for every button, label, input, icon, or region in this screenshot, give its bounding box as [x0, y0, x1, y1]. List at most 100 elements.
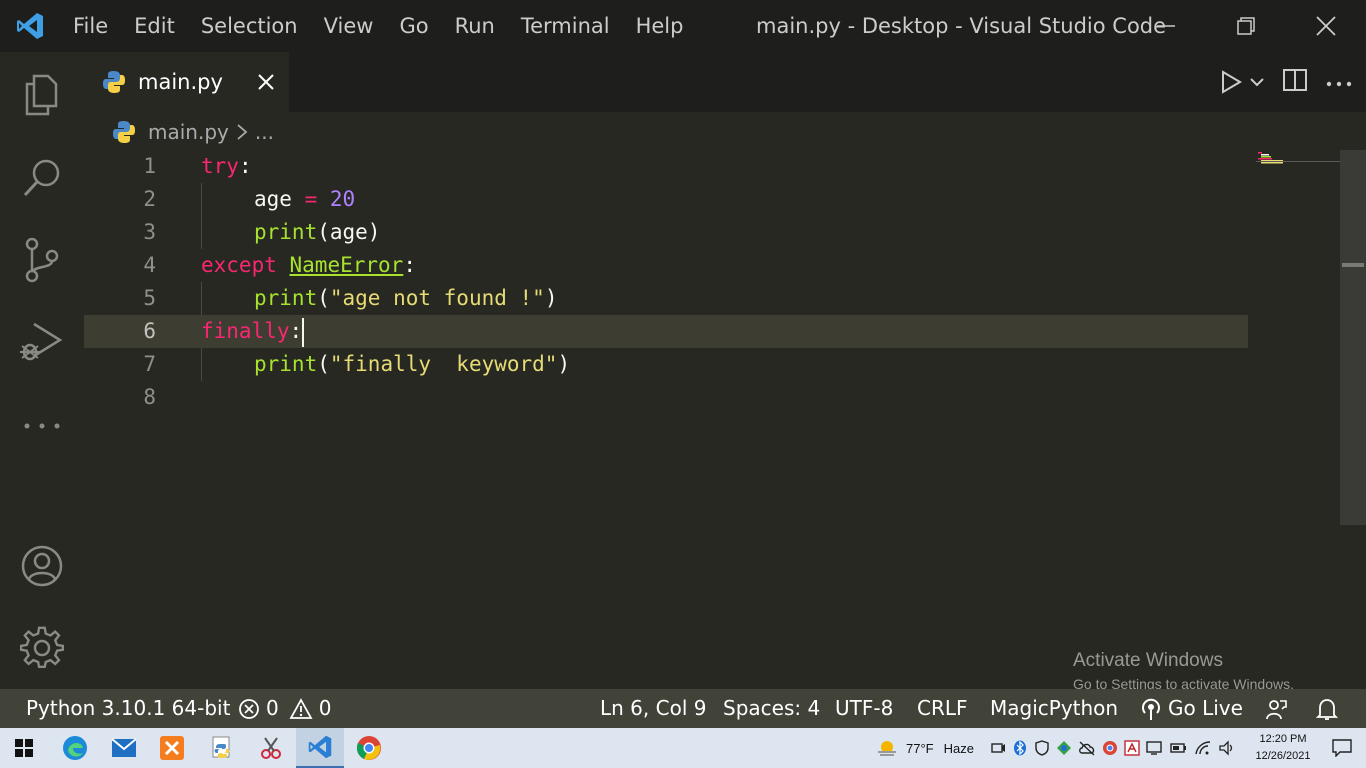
menu-view[interactable]: View [311, 0, 387, 52]
language-mode-selector[interactable]: MagicPython [990, 689, 1118, 728]
minimize-button[interactable] [1126, 0, 1206, 52]
run-debug-icon [20, 322, 63, 361]
taskbar-vscode[interactable] [296, 728, 344, 768]
tab-main-py[interactable]: main.py [84, 52, 289, 112]
explorer-button[interactable] [0, 52, 84, 136]
indent-guide [201, 216, 202, 249]
breadcrumb-symbols[interactable]: ... [255, 120, 274, 144]
wifi-icon[interactable] [1194, 740, 1212, 756]
eol-selector[interactable]: CRLF [917, 689, 968, 728]
error-count: 0 [266, 696, 279, 720]
search-button[interactable] [0, 136, 84, 220]
source-control-button[interactable] [0, 218, 84, 302]
indentation-selector[interactable]: Spaces: 4 [723, 689, 820, 728]
onedrive-icon[interactable] [1078, 740, 1096, 756]
feedback-button[interactable] [1264, 689, 1288, 728]
python-idle-icon [212, 736, 230, 758]
run-debug-button[interactable] [0, 300, 84, 384]
indent-guide [201, 348, 202, 381]
manage-button[interactable] [0, 606, 84, 690]
warning-count: 0 [318, 696, 332, 720]
cursor-position[interactable]: Ln 6, Col 9 [600, 689, 706, 728]
code-editor[interactable]: 1 try: 2 age = 20 3 print(age) 4 except … [84, 150, 1340, 689]
python-interpreter-selector[interactable]: Python 3.10.1 64-bit [26, 689, 230, 728]
python-file-icon [113, 121, 135, 143]
windows-logo-icon [15, 739, 33, 757]
code-line: 4 except NameError: [84, 249, 1248, 282]
menu-file[interactable]: File [60, 0, 121, 52]
menu-help[interactable]: Help [623, 0, 697, 52]
line-number: 2 [143, 187, 156, 211]
cursor-position-label: Ln 6, Col 9 [600, 696, 707, 720]
run-python-file-button[interactable] [1220, 70, 1264, 94]
split-editor-button[interactable] [1282, 68, 1308, 96]
breadcrumb-file[interactable]: main.py [148, 120, 229, 144]
editor-more-actions-button[interactable] [1326, 73, 1352, 92]
network-app-icon[interactable] [1056, 740, 1072, 756]
tab-close-button[interactable] [252, 68, 280, 96]
menu-run[interactable]: Run [442, 0, 508, 52]
menu-edit[interactable]: Edit [121, 0, 188, 52]
acrobat-icon[interactable] [1124, 740, 1140, 756]
vscode-logo-icon [0, 0, 60, 52]
close-window-button[interactable] [1286, 0, 1366, 52]
bluetooth-icon[interactable] [1012, 740, 1028, 756]
edge-icon [63, 736, 87, 760]
breadcrumb: main.py ... [112, 116, 274, 148]
taskbar-snipping-tool[interactable] [247, 728, 295, 768]
vertical-scrollbar[interactable] [1340, 150, 1366, 525]
accounts-button[interactable] [0, 524, 84, 608]
weather-temperature: 77°F [906, 740, 934, 756]
notifications-button[interactable] [1316, 689, 1338, 728]
notification-center-icon [1332, 739, 1352, 757]
encoding-label: UTF-8 [835, 696, 894, 720]
menu-terminal[interactable]: Terminal [508, 0, 623, 52]
taskbar-clock[interactable]: 12:20 PM 12/26/2021 [1248, 731, 1318, 765]
windows-taskbar: 77°F Haze 12:20 PM 12/26/2021 [0, 728, 1366, 768]
clock-time: 12:20 PM [1259, 733, 1307, 745]
notification-center-button[interactable] [1318, 728, 1366, 768]
system-tray [990, 728, 1236, 768]
problems-indicator[interactable]: 0 0 [238, 689, 331, 728]
more-views-button[interactable] [0, 384, 84, 468]
menu-selection[interactable]: Selection [188, 0, 311, 52]
code-line: 7 print("finally keyword") [84, 348, 1248, 381]
gear-icon [20, 626, 64, 668]
display-icon[interactable] [1146, 740, 1164, 756]
code-text: age = 20 [254, 187, 356, 211]
chrome-tray-icon[interactable] [1102, 740, 1118, 756]
code-text: finally: [201, 315, 305, 348]
restore-button[interactable] [1206, 0, 1286, 52]
line-number: 3 [143, 220, 156, 244]
minimap[interactable] [1256, 150, 1340, 170]
taskbar-chrome[interactable] [345, 728, 393, 768]
code-line: 3 print(age) [84, 216, 1248, 249]
indent-guide [201, 282, 202, 315]
taskbar-mail[interactable] [100, 728, 148, 768]
error-icon [239, 698, 259, 719]
code-text: try: [201, 154, 252, 178]
line-number: 7 [143, 352, 156, 376]
code-line-current: 6 finally: [84, 315, 1248, 348]
line-number: 4 [143, 253, 156, 277]
weather-widget[interactable]: 77°F Haze [876, 728, 974, 768]
security-shield-icon[interactable] [1034, 740, 1050, 756]
encoding-selector[interactable]: UTF-8 [835, 689, 893, 728]
taskbar-xampp[interactable] [148, 728, 196, 768]
restore-icon [1237, 17, 1255, 35]
minimize-icon [1157, 25, 1175, 27]
meet-now-icon[interactable] [990, 740, 1006, 756]
code-text: print("age not found !") [254, 286, 558, 310]
battery-icon[interactable] [1170, 740, 1188, 756]
taskbar-python-idle[interactable] [198, 728, 246, 768]
files-icon [25, 74, 58, 116]
weather-haze-icon [878, 741, 896, 756]
go-live-button[interactable]: Go Live [1140, 689, 1243, 728]
chrome-icon [356, 736, 381, 760]
volume-icon[interactable] [1218, 740, 1236, 756]
menu-go[interactable]: Go [386, 0, 441, 52]
activity-bar [0, 52, 84, 689]
start-button[interactable] [0, 728, 48, 768]
taskbar-edge[interactable] [51, 728, 99, 768]
interpreter-label: Python 3.10.1 64-bit [26, 696, 231, 720]
